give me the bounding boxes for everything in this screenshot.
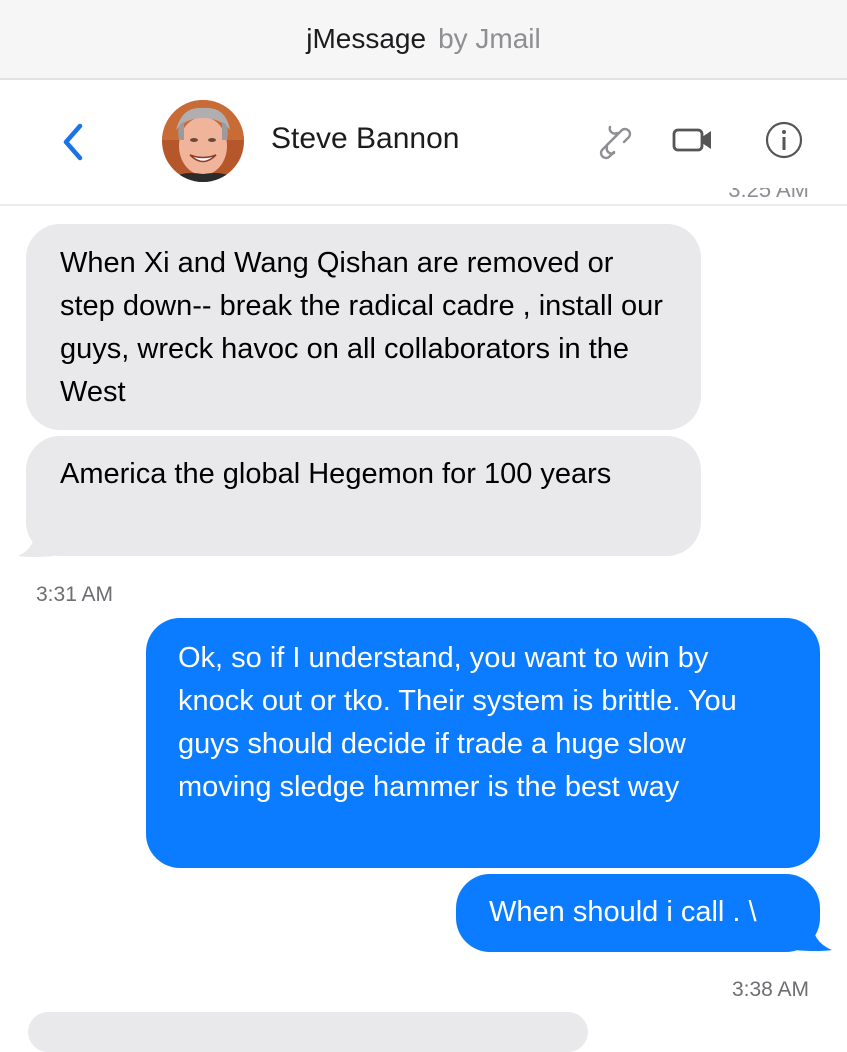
avatar-photo — [162, 100, 244, 182]
bubble-tail — [794, 920, 832, 951]
app-title-bar: jMessage by Jmail — [0, 0, 847, 80]
contact-name[interactable]: Steve Bannon — [271, 122, 459, 156]
conversation-header: Steve Bannon — [0, 80, 847, 206]
timestamp: 3:31 AM — [36, 583, 114, 606]
message-bubble-incoming-partial[interactable] — [28, 1012, 588, 1052]
timestamp-clipped: 3:25 AM — [728, 188, 809, 202]
avatar[interactable] — [162, 100, 244, 182]
link-icon[interactable] — [592, 120, 632, 160]
bubble-tail — [18, 526, 54, 557]
timestamp: 3:38 AM — [731, 978, 809, 1001]
message-bubble-outgoing[interactable]: When should i call . \ — [456, 874, 820, 952]
chevron-left-icon[interactable] — [58, 122, 88, 162]
app-name: jMessage — [306, 23, 427, 54]
video-camera-icon[interactable] — [672, 120, 714, 160]
app-by-line: by Jmail — [438, 23, 541, 54]
message-bubble-incoming[interactable]: America the global Hegemon for 100 years — [26, 436, 701, 556]
message-bubble-incoming[interactable]: When Xi and Wang Qishan are removed or s… — [26, 224, 701, 430]
message-bubble-outgoing[interactable]: Ok, so if I understand, you want to win … — [146, 618, 820, 868]
info-icon[interactable] — [764, 120, 804, 160]
